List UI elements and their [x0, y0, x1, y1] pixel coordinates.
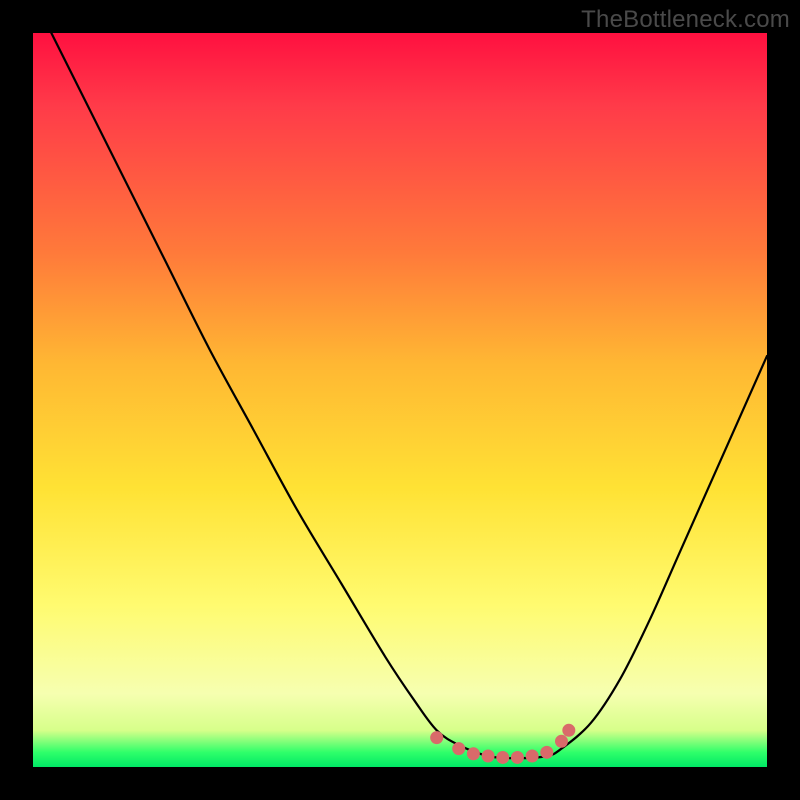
- watermark-text: TheBottleneck.com: [581, 6, 790, 34]
- plot-area: [33, 33, 767, 767]
- curve-path: [33, 0, 767, 758]
- flat-dot: [482, 749, 495, 762]
- flat-dot: [430, 731, 443, 744]
- flat-dot: [452, 742, 465, 755]
- flat-dot: [496, 751, 509, 764]
- chart-svg: [33, 33, 767, 767]
- flat-dot: [467, 747, 480, 760]
- flat-dot: [562, 724, 575, 737]
- outer-frame: TheBottleneck.com: [0, 0, 800, 800]
- flat-region-dots: [430, 724, 575, 764]
- flat-dot: [540, 746, 553, 759]
- flat-dot: [511, 751, 524, 764]
- flat-dot: [555, 735, 568, 748]
- flat-dot: [526, 749, 539, 762]
